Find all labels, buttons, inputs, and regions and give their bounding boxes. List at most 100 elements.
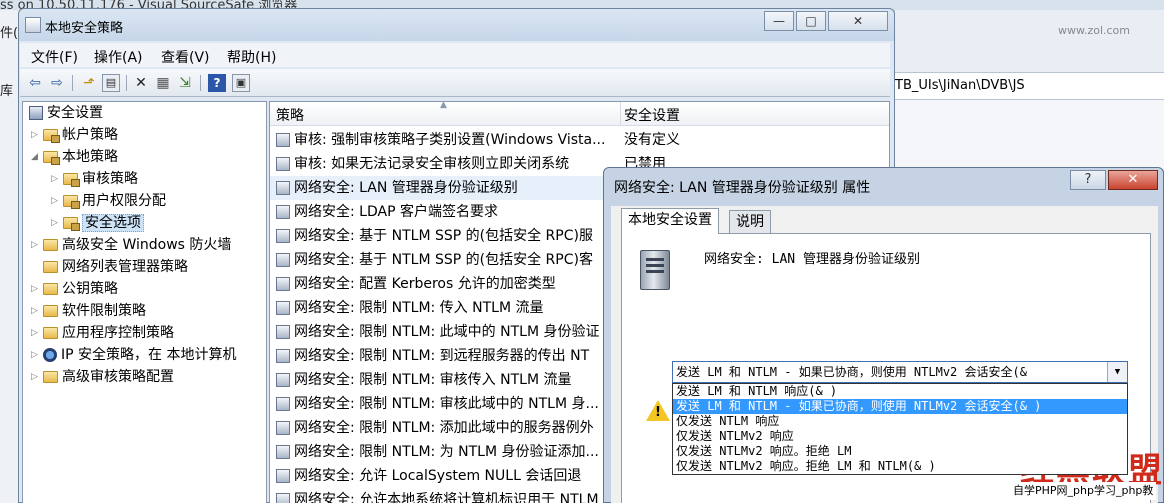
tree-item-firewall[interactable]: ▷ 高级安全 Windows 防火墙 [31,234,231,256]
tree-item-software-restriction[interactable]: ▷ 软件限制策略 [31,300,146,322]
menu-bar: 文件(F) 操作(A) 查看(V) 帮助(H) [20,43,890,67]
view-icon[interactable]: ▣ [232,74,250,92]
watermark-caption: 自学PHP网_php学习_php教 [1010,482,1157,500]
tree-item-account-policies[interactable]: ▷ 帐户策略 [31,124,118,146]
policy-name: 网络安全: 限制 NTLM: 为 NTLM 身份验证添加... [294,444,599,460]
forward-icon[interactable]: ⇨ [48,74,66,92]
dropdown-option[interactable]: 仅发送 NTLMv2 响应。拒绝 LM 和 NTLM(& ) [673,459,1127,474]
policy-name: 网络安全: 基于 NTLM SSP 的(包括安全 RPC)客 [294,252,593,268]
toolbar: ⇦ ⇨ ⬏ ▤ ✕ ▦ ⇲ ? ▣ [20,69,890,97]
policy-name: 审核: 如果无法记录安全审核则立即关闭系统 [294,156,570,172]
dropdown-option[interactable]: 发送 LM 和 NTLM 响应(& ) [673,384,1127,399]
menu-view[interactable]: 查看(V) [161,47,210,67]
delete-icon[interactable]: ✕ [132,74,150,92]
toolbar-separator [126,75,127,91]
policy-icon [276,421,290,435]
menu-action[interactable]: 操作(A) [94,47,143,67]
background-path-text: TB_UIs\JiNan\DVB\JS [895,78,1025,93]
sort-ascending-icon: ▲ [440,101,447,110]
expand-icon[interactable]: ▷ [51,168,61,190]
maximize-button[interactable]: □ [796,11,826,31]
policy-name: 网络安全: 限制 NTLM: 到远程服务器的传出 NT [294,348,590,364]
expand-icon[interactable]: ▷ [31,124,41,146]
tab-panel: 网络安全: LAN 管理器身份验证级别 发送 LM 和 NTLM - 如果已协商… [621,233,1151,503]
policy-name: 网络安全: 限制 NTLM: 添加此域中的服务器例外 [294,420,594,436]
background-path-bar[interactable]: TB_UIs\JiNan\DVB\JS [895,72,1164,100]
window-title: 本地安全策略 [45,21,124,36]
close-button[interactable]: ✕ [828,11,888,31]
column-divider[interactable] [620,102,621,126]
policy-icon [276,373,290,387]
expand-icon[interactable]: ▷ [31,234,41,256]
folder-lock-icon [43,151,60,165]
dropdown-option[interactable]: 仅发送 NTLMv2 响应 [673,429,1127,444]
tree-item-advanced-audit[interactable]: ▷ 高级审核策略配置 [31,366,174,388]
export-list-icon[interactable]: ⇲ [176,74,194,92]
tree-root[interactable]: 安全设置 [27,102,103,124]
expand-icon[interactable]: ▷ [51,190,61,212]
tab-local-security-setting[interactable]: 本地安全设置 [621,208,719,234]
menu-help[interactable]: 帮助(H) [227,47,276,67]
column-header-policy[interactable]: 策略 [276,105,304,125]
tree-item-local-policies[interactable]: ◢ 本地策略 [31,146,118,168]
dropdown-option-selected[interactable]: 发送 LM 和 NTLM - 如果已协商，则使用 NTLMv2 会话安全(& ) [673,399,1127,414]
policy-setting: 没有定义 [624,132,680,148]
policy-row[interactable]: 审核: 强制审核策略子类别设置(Windows Vista... 没有定义 [270,128,889,152]
policy-icon [276,301,290,315]
expand-icon[interactable]: ▷ [31,366,41,388]
folder-lock-icon [63,217,80,231]
expand-icon[interactable]: ▷ [51,212,61,234]
show-tree-icon[interactable]: ▤ [102,74,120,92]
column-header-setting[interactable]: 安全设置 [624,105,680,125]
app-icon [25,17,41,33]
tree-pane: 安全设置 ▷ 帐户策略 ◢ 本地策略 ▷ 审核策略 ▷ 用户权限分配 ▷ 安全选项 ▷ 高级… [22,101,267,503]
policy-icon [276,277,290,291]
minimize-button[interactable]: — [764,11,794,31]
toolbar-separator [72,75,73,91]
policy-icon [276,325,290,339]
dialog-close-button[interactable]: ✕ [1108,170,1158,190]
folder-icon [43,371,58,383]
properties-icon[interactable]: ▦ [154,74,172,92]
title-bar[interactable]: 本地安全策略 — □ ✕ [19,9,894,41]
policy-name: 网络安全: 允许本地系统将计算机标识用于 NTLM [294,492,599,503]
dropdown-option[interactable]: 仅发送 NTLM 响应 [673,414,1127,429]
policy-icon [276,445,290,459]
up-folder-icon[interactable]: ⬏ [80,74,98,92]
tree-item-audit-policy[interactable]: ▷ 审核策略 [51,168,138,190]
folder-icon [43,261,58,273]
policy-icon [276,205,290,219]
policy-name: 网络安全: 限制 NTLM: 审核传入 NTLM 流量 [294,372,572,388]
tree-item-user-rights[interactable]: ▷ 用户权限分配 [51,190,166,212]
folder-lock-icon [63,173,80,187]
policy-name: 网络安全: LAN 管理器身份验证级别 [294,180,518,196]
chevron-down-icon[interactable]: ▼ [1107,362,1127,382]
help-icon[interactable]: ? [208,74,226,92]
policy-icon [276,157,290,171]
dialog-title: 网络安全: LAN 管理器身份验证级别 属性 [614,180,871,196]
folder-lock-icon [43,129,60,143]
list-header: 策略 ▲ 安全设置 [270,102,889,126]
expand-icon[interactable]: ▷ [31,300,41,322]
background-window-left-strip: 件( 库 [0,10,20,503]
tab-explain[interactable]: 说明 [729,210,771,234]
tree-item-public-key[interactable]: ▷ 公钥策略 [31,278,118,300]
folder-icon [43,239,58,251]
auth-level-select[interactable]: 发送 LM 和 NTLM - 如果已协商，则使用 NTLMv2 会话安全(& ▼ [672,361,1128,383]
back-icon[interactable]: ⇦ [26,74,44,92]
policy-icon [276,253,290,267]
expand-icon[interactable]: ▷ [31,278,41,300]
expand-icon[interactable]: ▷ [31,322,41,344]
tree-item-network-list[interactable]: 网络列表管理器策略 [31,256,188,278]
tree-item-app-control[interactable]: ▷ 应用程序控制策略 [31,322,174,344]
menu-file[interactable]: 文件(F) [31,47,78,67]
policy-name-label: 网络安全: LAN 管理器身份验证级别 [704,252,920,267]
tree-item-ip-security[interactable]: ▷ IP 安全策略，在 本地计算机 [31,344,236,366]
background-window-body [895,100,1164,170]
dialog-help-button[interactable]: ? [1070,170,1106,190]
tree-item-security-options[interactable]: ▷ 安全选项 [51,212,144,234]
collapse-icon[interactable]: ◢ [31,146,41,168]
policy-name: 网络安全: 基于 NTLM SSP 的(包括安全 RPC)服 [294,228,593,244]
expand-icon[interactable]: ▷ [31,344,41,366]
dropdown-option[interactable]: 仅发送 NTLMv2 响应。拒绝 LM [673,444,1127,459]
